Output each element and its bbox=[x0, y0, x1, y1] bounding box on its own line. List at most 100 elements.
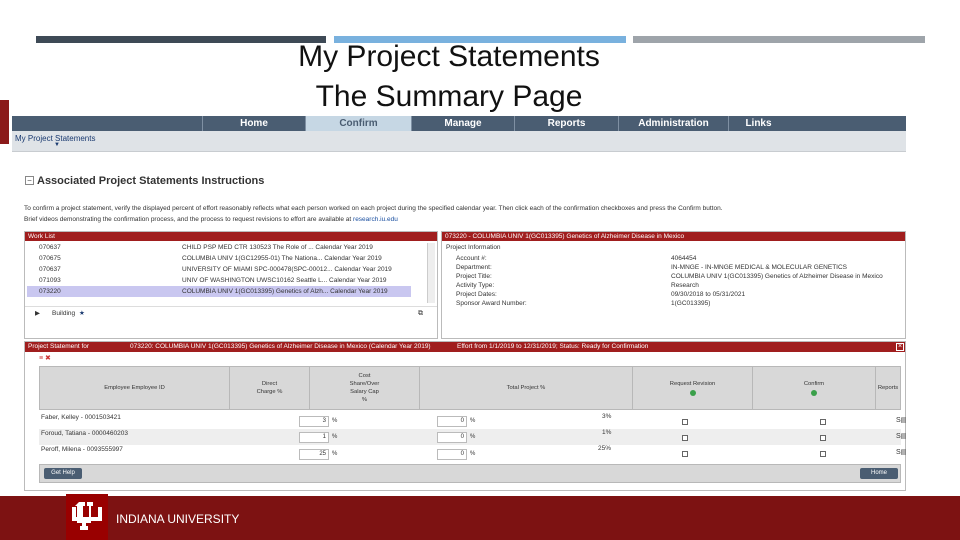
employee-name: Faber, Kelley - 0001503421 bbox=[41, 414, 121, 421]
report-icon[interactable]: S▤ bbox=[896, 432, 906, 440]
employee-name: Foroud, Tatiana - 0000460203 bbox=[41, 430, 128, 437]
section-title: Associated Project Statements Instructio… bbox=[37, 175, 265, 187]
field-value: 09/30/2018 to 05/31/2021 bbox=[671, 291, 746, 298]
work-list-desc: UNIV OF WASHINGTON UWSC10162 Seattle L..… bbox=[182, 277, 387, 284]
trident-icon bbox=[72, 502, 102, 530]
get-help-button[interactable]: Get Help bbox=[44, 468, 82, 479]
col-reports-label: Reports bbox=[877, 385, 899, 391]
statement-header-effort: Effort from 1/1/2019 to 12/31/2019; Stat… bbox=[457, 343, 649, 350]
cost-share-input[interactable]: 0 bbox=[437, 416, 467, 427]
nav-confirm[interactable]: Confirm bbox=[305, 116, 411, 131]
work-list-row[interactable]: 071093 UNIV OF WASHINGTON UWSC10162 Seat… bbox=[27, 275, 411, 286]
research-link[interactable]: research.iu.edu bbox=[353, 216, 398, 223]
report-icon[interactable]: S▤ bbox=[896, 448, 906, 456]
field-value: 4064454 bbox=[671, 255, 697, 262]
report-icon[interactable]: S▤ bbox=[896, 416, 906, 424]
work-list-scrollbar[interactable] bbox=[427, 243, 435, 303]
work-list-id: 070637 bbox=[39, 244, 61, 251]
cost-share-input[interactable]: 0 bbox=[437, 449, 467, 460]
nav-links[interactable]: Links bbox=[728, 116, 788, 131]
total-project-percent: 3% bbox=[602, 413, 612, 420]
top-nav: Home Confirm Manage Reports Administrati… bbox=[12, 116, 906, 131]
project-info-header: 073220 - COLUMBIA UNIV 1(GC013395) Genet… bbox=[442, 232, 905, 241]
select-all-revision-icon[interactable] bbox=[689, 390, 696, 396]
confirm-checkbox[interactable] bbox=[820, 419, 826, 425]
col-cost-share: Cost Share/Over Salary Cap% bbox=[310, 367, 420, 409]
col-direct-line2: Charge % bbox=[256, 389, 283, 395]
cost-share-input[interactable]: 0 bbox=[437, 432, 467, 443]
table-row: Faber, Kelley - 0001503421 3 % 0 % 3% S▤ bbox=[39, 413, 906, 429]
grid-footer: Get Help Home bbox=[39, 464, 901, 483]
project-info-row: Department: IN-MNGE - IN-MNGE MEDICAL & … bbox=[456, 263, 896, 272]
slide-left-accent bbox=[0, 100, 9, 144]
nav-administration[interactable]: Administration bbox=[618, 116, 728, 131]
instructions-line-2: Brief videos demonstrating the confirmat… bbox=[24, 214, 894, 225]
field-value: COLUMBIA UNIV 1(GC013395) Genetics of Al… bbox=[671, 273, 883, 280]
statement-header-label: Project Statement for bbox=[28, 343, 90, 350]
col-direct-charge: Direct Charge % bbox=[230, 367, 310, 409]
grid-header: Employee Employee ID Direct Charge % Cost… bbox=[39, 366, 901, 410]
field-value: IN-MNGE - IN-MNGE MEDICAL & MOLECULAR GE… bbox=[671, 264, 847, 271]
work-list-footer: ▶ Building ★ ⧉ bbox=[25, 306, 437, 320]
nav-manage[interactable]: Manage bbox=[411, 116, 514, 131]
request-revision-checkbox[interactable] bbox=[682, 435, 688, 441]
confirm-checkbox[interactable] bbox=[820, 435, 826, 441]
work-list-row-selected[interactable]: 073220 COLUMBIA UNIV 1(GC013395) Genetic… bbox=[27, 286, 411, 297]
request-revision-checkbox[interactable] bbox=[682, 451, 688, 457]
project-info-row: Project Title: COLUMBIA UNIV 1(GC013395)… bbox=[456, 272, 896, 281]
work-list-desc: UNIVERSITY OF MIAMI SPC-000478(SPC-00012… bbox=[182, 266, 392, 273]
work-list-panel: Work List 070637 CHILD PSP MED CTR 13052… bbox=[24, 231, 438, 339]
col-confirm-label: Confirm bbox=[803, 381, 825, 387]
direct-charge-input[interactable]: 1 bbox=[299, 432, 329, 443]
work-list-row[interactable]: 070675 COLUMBIA UNIV 1(GC12955-01) The N… bbox=[27, 253, 411, 264]
instructions-line-1: To confirm a project statement, verify t… bbox=[24, 205, 723, 212]
work-list-header: Work List bbox=[25, 232, 437, 241]
col-employee[interactable]: Employee Employee ID bbox=[40, 367, 230, 409]
work-list-id: 071093 bbox=[39, 277, 61, 284]
project-info-heading: Project Information bbox=[446, 244, 501, 251]
footer-org-name: INDIANA UNIVERSITY bbox=[116, 512, 240, 526]
confirm-checkbox[interactable] bbox=[820, 451, 826, 457]
collapse-toggle-icon[interactable]: − bbox=[25, 176, 34, 185]
total-project-percent: 25% bbox=[598, 445, 612, 452]
percent-sign: % bbox=[332, 418, 338, 424]
work-list-row[interactable]: 070637 CHILD PSP MED CTR 130523 The Role… bbox=[27, 242, 411, 253]
work-list-desc: CHILD PSP MED CTR 130523 The Role of ...… bbox=[182, 244, 373, 251]
project-info-row: Project Dates: 09/30/2018 to 05/31/2021 bbox=[456, 290, 896, 299]
table-row: Peroff, Milena - 0093555997 25 % 0 % 25%… bbox=[39, 445, 906, 461]
col-request-revision: Request Revision bbox=[633, 367, 753, 409]
employee-name: Peroff, Milena - 0093555997 bbox=[41, 446, 123, 453]
select-all-confirm-icon[interactable] bbox=[811, 390, 817, 396]
project-info-row: Activity Type: Research bbox=[456, 281, 896, 290]
project-info-row: Sponsor Award Number: 1(GC013395) bbox=[456, 299, 896, 308]
building-label: Building bbox=[52, 310, 76, 317]
col-direct-line1: Direct bbox=[261, 381, 278, 387]
nav-reports[interactable]: Reports bbox=[514, 116, 618, 131]
instructions-text: To confirm a project statement, verify t… bbox=[24, 203, 894, 225]
nav-home[interactable]: Home bbox=[202, 116, 305, 131]
home-button[interactable]: Home bbox=[860, 468, 898, 479]
export-icon[interactable]: ⧉ bbox=[418, 307, 423, 321]
close-icon[interactable]: × bbox=[896, 343, 904, 351]
work-list-id: 070675 bbox=[39, 255, 61, 262]
percent-sign: % bbox=[332, 434, 338, 440]
direct-charge-input[interactable]: 3 bbox=[299, 416, 329, 427]
star-icon[interactable]: ★ bbox=[79, 307, 85, 321]
col-total-label: Total Project % bbox=[506, 385, 546, 391]
statement-tools-icon[interactable]: ≡ ✖ bbox=[39, 354, 51, 362]
request-revision-checkbox[interactable] bbox=[682, 419, 688, 425]
table-row: Foroud, Tatiana - 0000460203 1 % 0 % 1% … bbox=[39, 429, 906, 445]
col-employee-label: Employee Employee ID bbox=[104, 385, 165, 391]
work-list-desc: COLUMBIA UNIV 1(GC013395) Genetics of Al… bbox=[182, 288, 388, 295]
instructions-line-2-text: Brief videos demonstrating the confirmat… bbox=[24, 216, 354, 223]
statement-header-project: 073220: COLUMBIA UNIV 1(GC013395) Geneti… bbox=[130, 343, 431, 350]
project-statement-panel: Project Statement for 073220: COLUMBIA U… bbox=[24, 341, 906, 491]
col-cost-line2: Share/Over bbox=[349, 381, 380, 387]
expand-arrow-icon[interactable]: ▶ bbox=[35, 307, 40, 321]
work-list-row[interactable]: 070637 UNIVERSITY OF MIAMI SPC-000478(SP… bbox=[27, 264, 411, 275]
project-info-panel: 073220 - COLUMBIA UNIV 1(GC013395) Genet… bbox=[441, 231, 906, 339]
work-list-desc: COLUMBIA UNIV 1(GC12955-01) The Nationa.… bbox=[182, 255, 382, 262]
col-reports: Reports bbox=[876, 367, 900, 409]
direct-charge-input[interactable]: 25 bbox=[299, 449, 329, 460]
